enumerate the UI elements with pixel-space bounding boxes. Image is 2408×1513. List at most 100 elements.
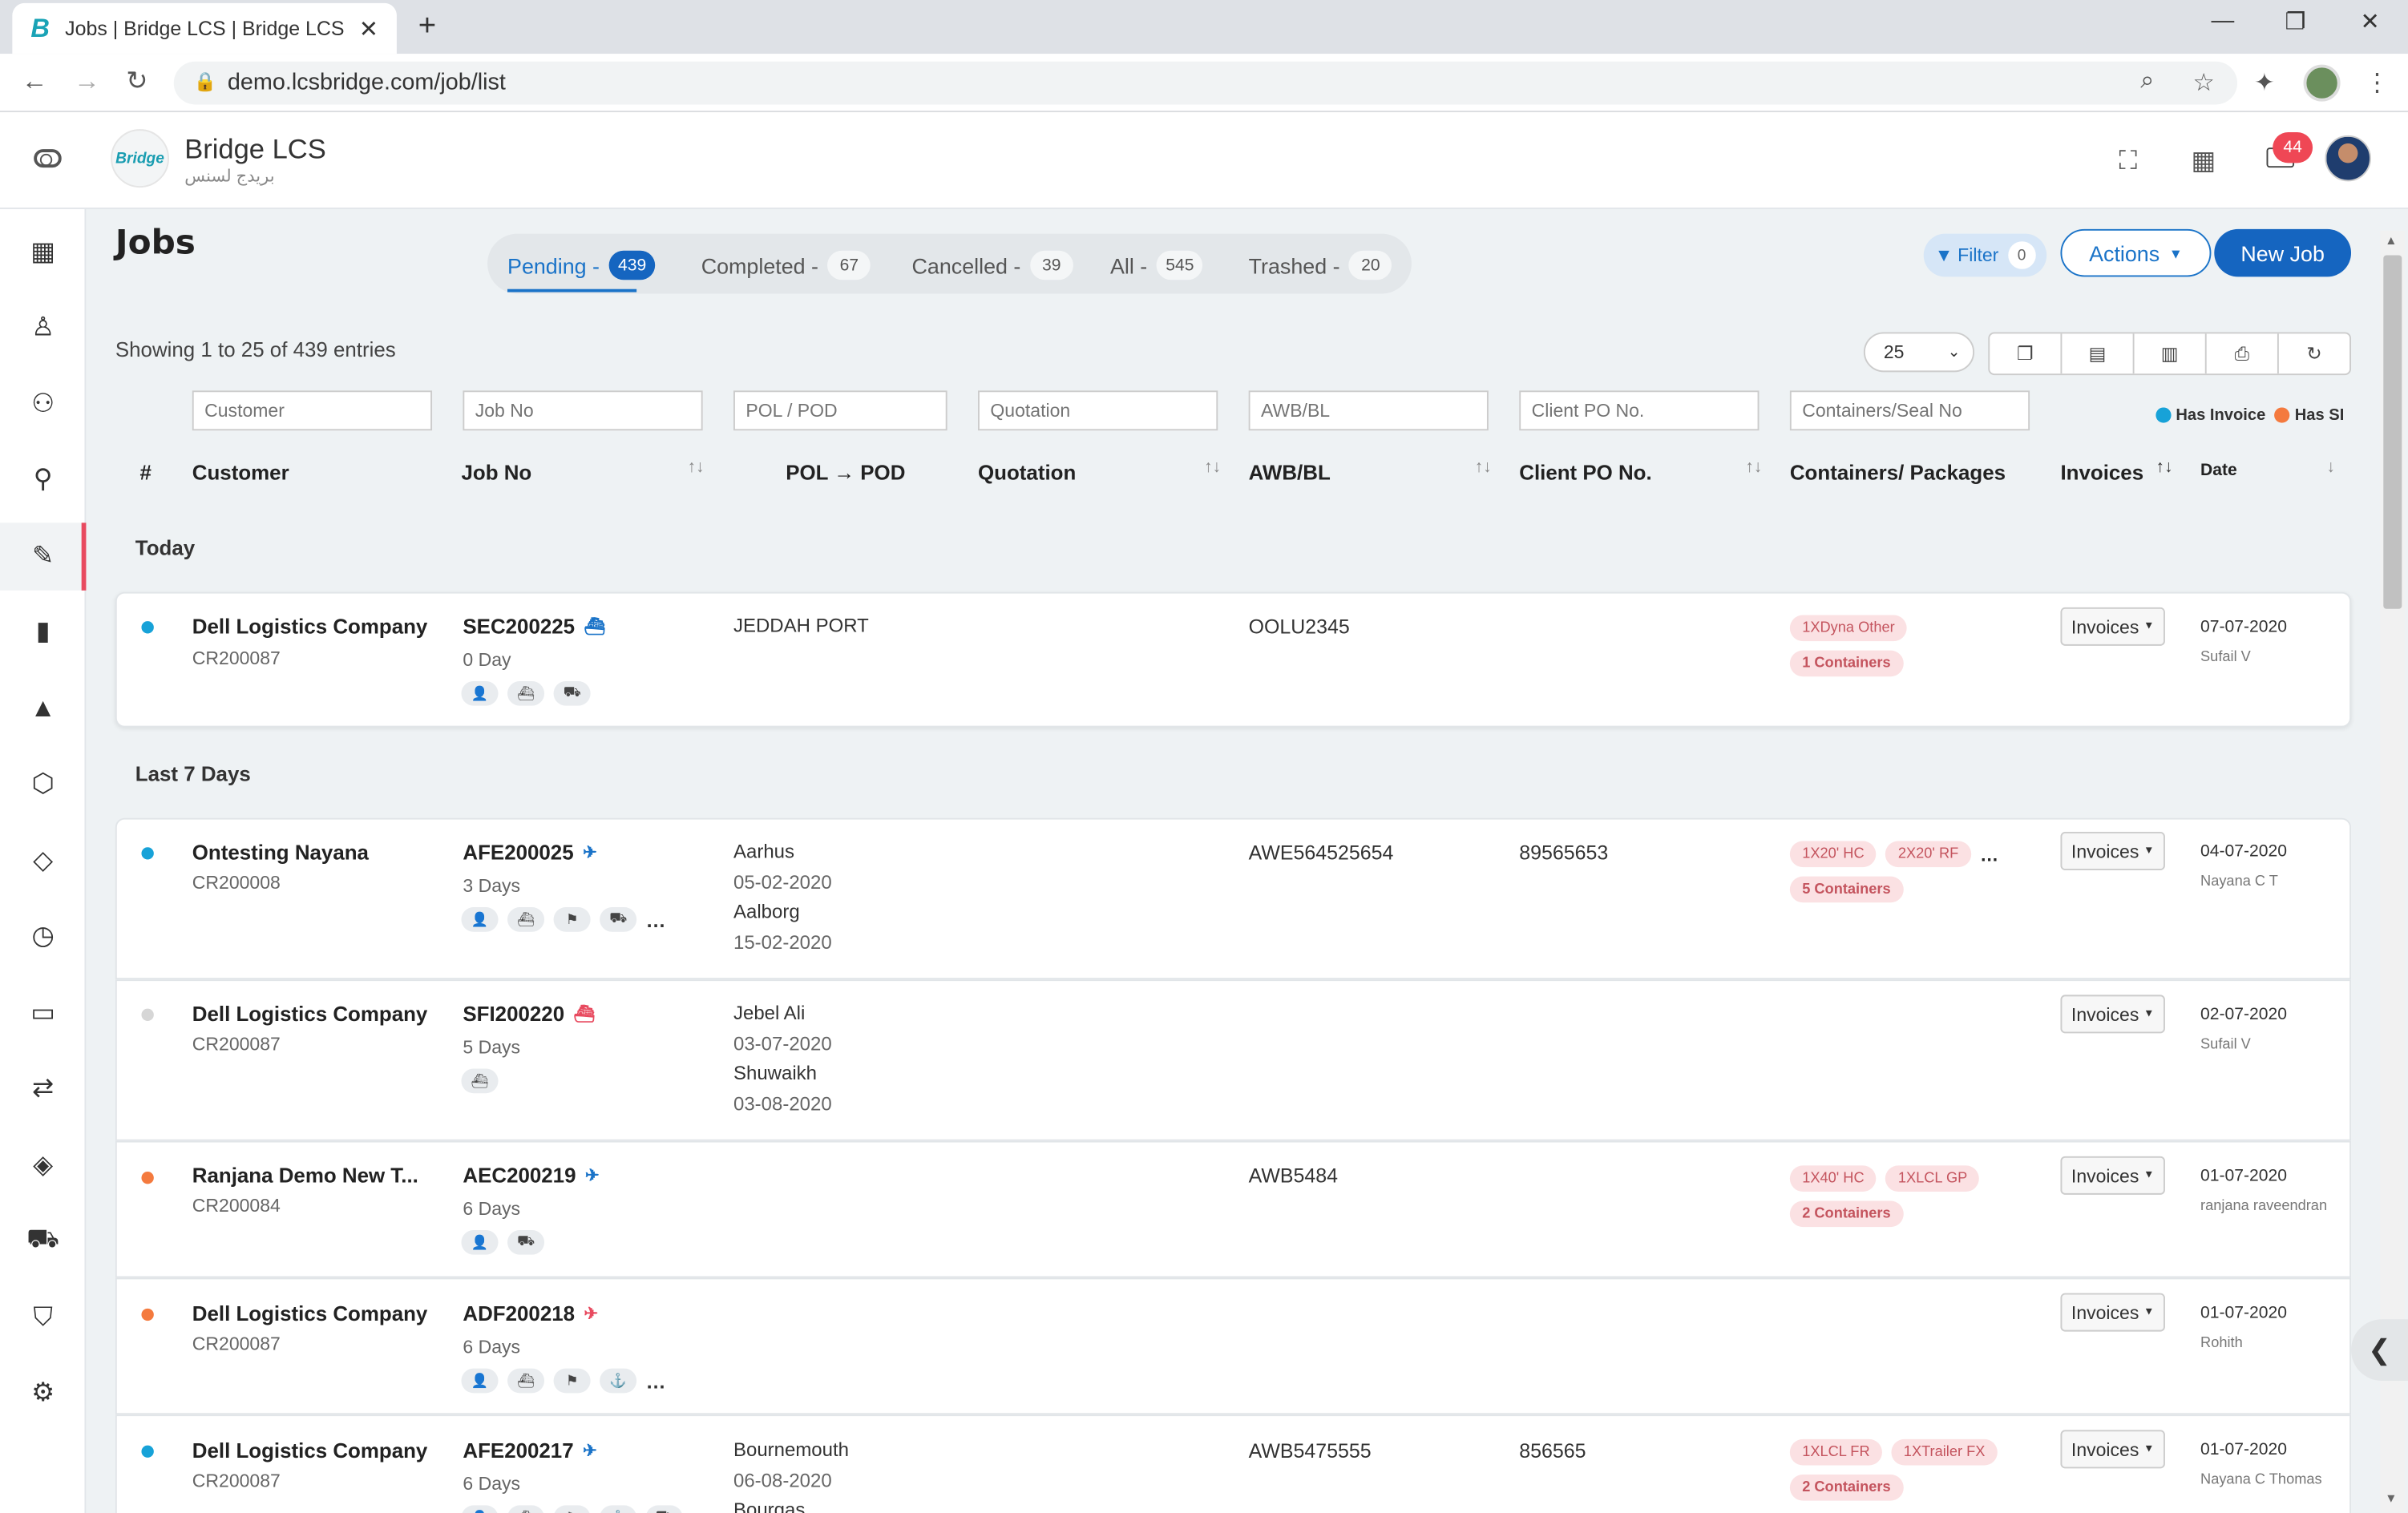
- url-text[interactable]: demo.lcsbridge.com/job/list: [228, 69, 506, 95]
- tab-trashed[interactable]: Trashed - 20: [1249, 250, 1392, 280]
- scrollbar-thumb[interactable]: [2383, 255, 2402, 609]
- customer-name[interactable]: Dell Logistics Company: [192, 615, 428, 638]
- col-awb[interactable]: AWB/BL: [1249, 462, 1331, 485]
- browser-tab[interactable]: B Jobs | Bridge LCS | Bridge LCS ✕: [12, 2, 397, 54]
- close-tab-icon[interactable]: ✕: [359, 14, 378, 42]
- job-number[interactable]: SFI200220 ⛴: [463, 1003, 595, 1026]
- more-icon[interactable]: …: [646, 908, 666, 931]
- caret-down-icon: ▼: [2143, 1306, 2155, 1318]
- user-avatar[interactable]: [2325, 135, 2371, 182]
- sort-desc-icon[interactable]: ↑↓: [2155, 458, 2172, 477]
- reports-chart-icon[interactable]: ▮: [22, 611, 65, 654]
- tab-cancelled[interactable]: Cancelled - 39: [912, 250, 1073, 280]
- excel-file-icon[interactable]: ▥: [2135, 333, 2207, 374]
- package-icon[interactable]: ⬡: [22, 763, 65, 806]
- reload-icon[interactable]: ↻: [126, 67, 147, 97]
- col-client-po[interactable]: Client PO No.: [1519, 462, 1651, 485]
- extensions-icon[interactable]: ✦: [2254, 67, 2275, 98]
- job-no-filter-input[interactable]: [463, 390, 703, 431]
- table-row[interactable]: [115, 1277, 2352, 1415]
- job-number[interactable]: SEC200225 ⛴: [463, 615, 605, 638]
- browser-profile-avatar[interactable]: [2303, 64, 2341, 102]
- customer-name[interactable]: Dell Logistics Company: [192, 1302, 428, 1325]
- clock-icon[interactable]: ◷: [22, 915, 65, 958]
- invoices-dropdown[interactable]: Invoices ▼: [2060, 995, 2165, 1034]
- actions-dropdown-button[interactable]: Actions ▼: [2060, 228, 2212, 277]
- tab-all[interactable]: All - 545: [1110, 250, 1204, 280]
- sort-icon[interactable]: ↑↓: [1745, 458, 1762, 477]
- job-number[interactable]: ADF200218 ✈: [463, 1302, 598, 1325]
- sort-icon[interactable]: ↑↓: [687, 458, 704, 477]
- job-number[interactable]: AEC200219 ✈: [463, 1164, 599, 1187]
- caret-down-icon: ▼: [2143, 1170, 2155, 1181]
- side-panel-toggle[interactable]: ❮: [2351, 1319, 2408, 1381]
- col-quotation[interactable]: Quotation: [978, 462, 1076, 485]
- sidebar-toggle-icon[interactable]: [34, 149, 62, 168]
- job-number[interactable]: AFE200025 ✈: [463, 841, 596, 865]
- pol-pod-filter-input[interactable]: [733, 390, 947, 431]
- fullscreen-icon[interactable]: ⛶: [2119, 146, 2137, 176]
- quotation-filter-input[interactable]: [978, 390, 1218, 431]
- shield-icon[interactable]: ⛉: [22, 1296, 65, 1339]
- add-user-icon[interactable]: ⚲: [22, 458, 65, 502]
- csv-file-icon[interactable]: ▤: [2062, 333, 2135, 374]
- new-tab-button[interactable]: +: [418, 10, 436, 45]
- tag-icon[interactable]: ◇: [22, 840, 65, 883]
- refresh-icon[interactable]: ↻: [2279, 333, 2349, 373]
- col-invoices[interactable]: Invoices: [2060, 462, 2143, 485]
- codepen-icon[interactable]: ◈: [22, 1144, 65, 1188]
- no-invoice-dot: [141, 1008, 154, 1022]
- credit-card-icon[interactable]: ▭: [22, 992, 65, 1035]
- back-icon[interactable]: ←: [22, 67, 48, 97]
- invoices-dropdown[interactable]: Invoices ▼: [2060, 1293, 2165, 1332]
- users-icon[interactable]: ⚇: [22, 383, 65, 426]
- tab-label: Completed -: [701, 252, 819, 278]
- tab-pending[interactable]: Pending - 439: [507, 250, 656, 280]
- col-date[interactable]: Date: [2200, 462, 2237, 480]
- minimize-icon[interactable]: —: [2211, 8, 2234, 34]
- invoices-dropdown[interactable]: Invoices ▼: [2060, 1430, 2165, 1469]
- restore-icon[interactable]: ❐: [2285, 8, 2306, 36]
- customer-name[interactable]: Dell Logistics Company: [192, 1439, 428, 1463]
- client-po-filter-input[interactable]: [1519, 390, 1760, 431]
- transfer-icon[interactable]: ⇄: [22, 1067, 65, 1111]
- invoices-dropdown[interactable]: Invoices ▼: [2060, 1156, 2165, 1195]
- customer-name[interactable]: Dell Logistics Company: [192, 1003, 428, 1026]
- edit-jobs-icon[interactable]: ✎: [22, 535, 65, 579]
- zoom-search-icon[interactable]: ⌕: [2140, 67, 2154, 95]
- invoices-dropdown[interactable]: Invoices ▼: [2060, 832, 2165, 870]
- bookmark-star-icon[interactable]: ☆: [2192, 67, 2215, 98]
- close-window-icon[interactable]: ✕: [2361, 8, 2380, 36]
- more-icon[interactable]: …: [1980, 843, 1998, 865]
- more-icon[interactable]: …: [646, 1370, 666, 1393]
- print-icon[interactable]: ⎙: [2207, 333, 2279, 374]
- scroll-down-icon[interactable]: ▼: [2385, 1491, 2397, 1505]
- settings-gear-icon[interactable]: ⚙: [22, 1371, 65, 1414]
- user-icon[interactable]: ♙: [22, 306, 65, 349]
- sort-icon[interactable]: ↑↓: [1204, 458, 1221, 477]
- awb-filter-input[interactable]: [1248, 390, 1489, 431]
- page-size-select[interactable]: 25 ⌄: [1863, 332, 1975, 373]
- navigation-icon[interactable]: ▲: [22, 688, 65, 731]
- customer-filter-input[interactable]: [192, 390, 433, 431]
- sort-desc-icon[interactable]: ↓: [2326, 458, 2335, 477]
- table-row[interactable]: [115, 979, 2352, 1141]
- copy-icon[interactable]: ❐: [1990, 333, 2063, 374]
- cart-icon[interactable]: ⛟: [22, 1220, 65, 1263]
- new-job-button[interactable]: New Job: [2214, 228, 2352, 277]
- scroll-up-icon[interactable]: ▲: [2385, 234, 2397, 248]
- tab-completed[interactable]: Completed - 67: [701, 250, 871, 280]
- col-job-no[interactable]: Job No: [461, 462, 531, 485]
- sort-icon[interactable]: ↑↓: [1475, 458, 1492, 477]
- customer-name[interactable]: Ranjana Demo New T...: [192, 1164, 418, 1187]
- apps-grid-icon[interactable]: ▦: [2192, 146, 2216, 176]
- job-number[interactable]: AFE200217 ✈: [463, 1439, 596, 1463]
- invoices-dropdown[interactable]: Invoices ▼: [2060, 607, 2165, 646]
- col-customer[interactable]: Customer: [192, 462, 289, 485]
- filter-button[interactable]: ▼ Filter 0: [1923, 233, 2047, 277]
- dashboard-icon[interactable]: ▦: [22, 231, 65, 274]
- browser-menu-icon[interactable]: ⋮: [2365, 67, 2390, 98]
- forward-icon[interactable]: →: [74, 67, 100, 97]
- containers-filter-input[interactable]: [1789, 390, 2030, 431]
- customer-name[interactable]: Ontesting Nayana: [192, 841, 369, 865]
